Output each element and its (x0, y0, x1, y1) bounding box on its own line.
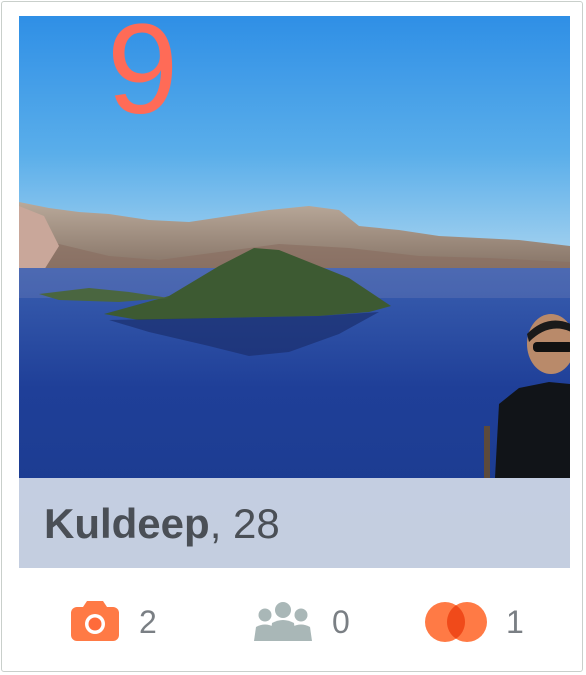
name-separator: , (209, 500, 222, 547)
photos-count: 2 (139, 603, 157, 640)
friends-count: 0 (332, 603, 350, 640)
photos-stat[interactable]: 2 (69, 598, 157, 646)
stats-row: 2 0 1 (2, 568, 582, 671)
camera-icon (71, 601, 119, 641)
people-icon (254, 602, 312, 641)
profile-age: 28 (233, 500, 280, 547)
profile-name: Kuldeep (44, 500, 210, 547)
friends-stat[interactable]: 0 (252, 598, 350, 646)
profile-card[interactable]: 9 Kuldeep, 28 2 0 1 (1, 1, 583, 672)
interests-count: 1 (506, 603, 524, 640)
name-bar: Kuldeep, 28 (19, 478, 570, 568)
profile-photo[interactable]: 9 Kuldeep, 28 (19, 16, 570, 568)
overlapping-circles-icon (425, 602, 487, 642)
overlay-number: 9 (107, 16, 179, 141)
name-age-line: Kuldeep, 28 (44, 500, 280, 548)
interests-stat[interactable]: 1 (424, 598, 524, 646)
